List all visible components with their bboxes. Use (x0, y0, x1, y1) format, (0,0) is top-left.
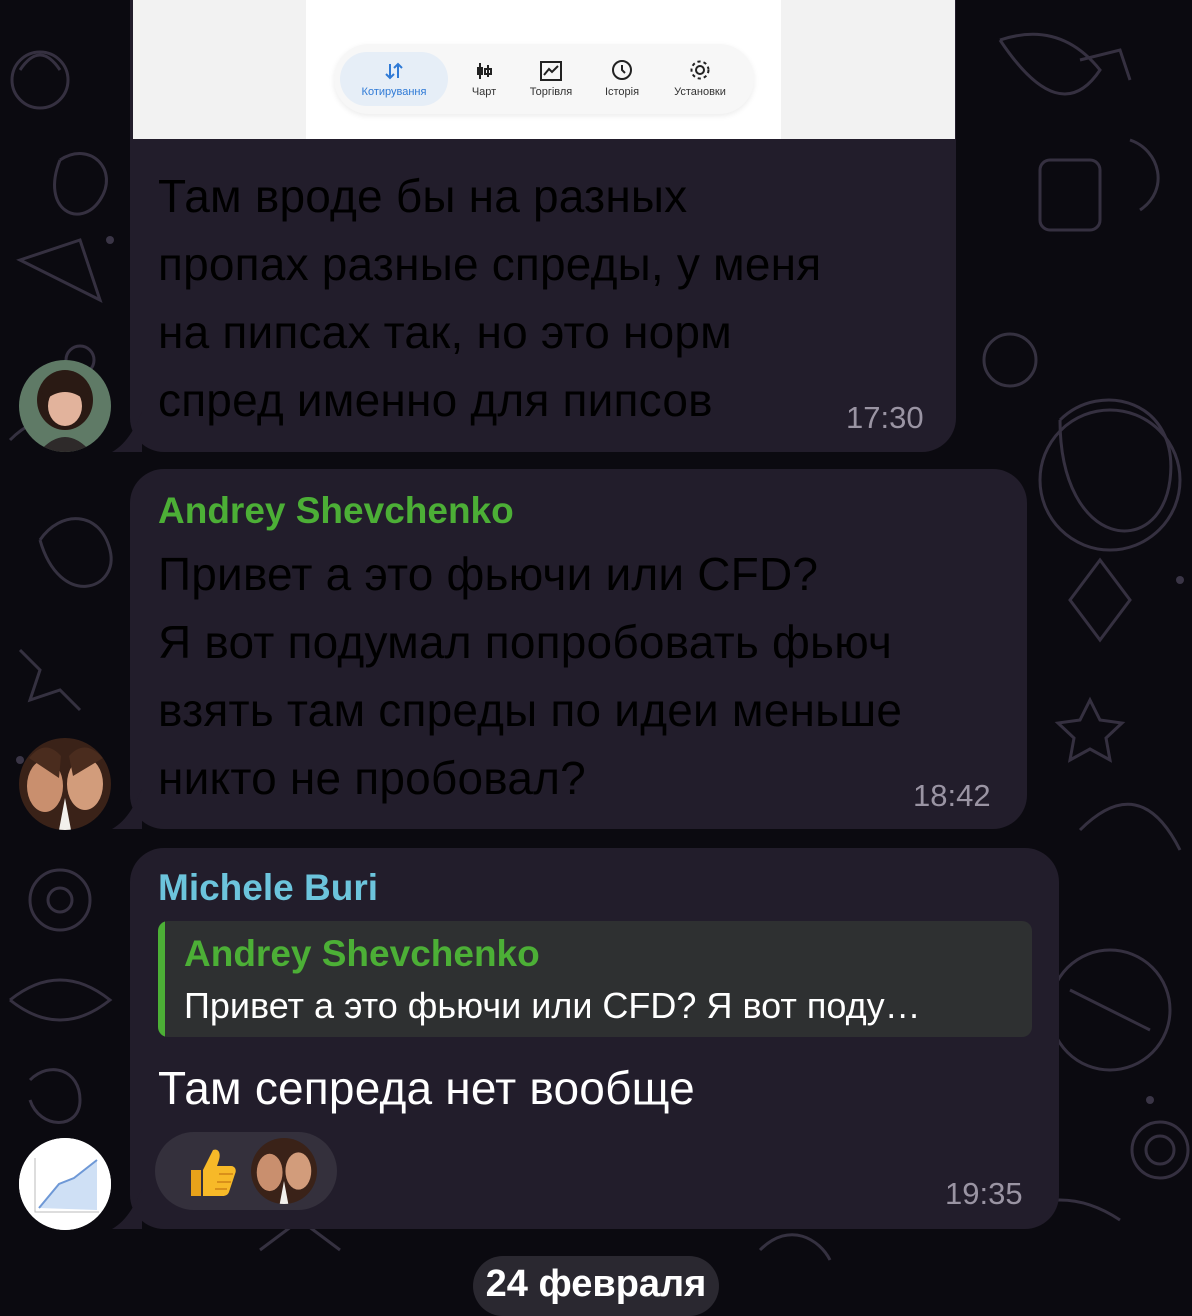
message-line: Я вот подумал попробовать фьюч (158, 616, 893, 668)
message-line: Там вроде бы на разных (158, 170, 688, 222)
trade-chart-icon (540, 61, 562, 81)
avatar[interactable] (19, 1138, 111, 1230)
message-bubble-3[interactable]: Michele Buri Andrey Shevchenko Привет а … (130, 848, 1059, 1229)
message-time: 18:42 (913, 778, 991, 813)
tab-label: Торгівля (529, 86, 573, 98)
sender-name[interactable]: Andrey Shevchenko (158, 490, 514, 532)
sender-name[interactable]: Michele Buri (158, 867, 378, 909)
user-photo (19, 360, 111, 452)
bubble-tail (112, 412, 142, 452)
screenshot-tabbar: Котирування Чарт Торгівля Історія Устано… (334, 44, 754, 114)
avatar[interactable] (19, 738, 111, 830)
reply-text: Привет а это фьючи или CFD? Я вот поду… (184, 985, 921, 1026)
user-photo (19, 1138, 111, 1230)
message-text: Там сепреда нет вообще (158, 1054, 695, 1122)
message-line: Там сепреда нет вообще (158, 1062, 695, 1114)
candlestick-icon (477, 63, 492, 79)
reaction-chip[interactable] (155, 1132, 337, 1210)
user-photo (251, 1138, 317, 1204)
message-line: Привет а это фьючи или CFD? (158, 548, 819, 600)
bubble-tail (112, 1189, 142, 1229)
tab-history: Історія (592, 52, 652, 106)
reactor-avatar (251, 1138, 317, 1204)
message-line: никто не пробовал? (158, 752, 586, 804)
tab-label: Установки (674, 86, 726, 98)
thumbs-up-icon (191, 1149, 236, 1196)
message-time: 17:30 (846, 400, 924, 435)
history-icon (612, 60, 632, 80)
reply-sender: Andrey Shevchenko (184, 933, 540, 974)
message-text: Там вроде бы на разных пропах разные спр… (158, 162, 938, 434)
screenshot-panel: Котирування Чарт Торгівля Історія Устано… (306, 0, 781, 139)
avatar[interactable] (19, 360, 111, 452)
tab-chart: Чарт (456, 52, 512, 106)
tab-settings: Установки (660, 52, 740, 106)
tab-trading: Торгівля (518, 52, 584, 106)
reply-accent-bar (158, 921, 165, 1037)
date-separator: 24 февраля (473, 1256, 719, 1316)
message-line: пропах разные спреды, у меня (158, 238, 822, 290)
message-line: на пипсах так, но это норм (158, 306, 733, 358)
message-text: Привет а это фьючи или CFD? Я вот подума… (158, 540, 1008, 812)
user-photo (19, 738, 111, 830)
bubble-tail (112, 789, 142, 829)
tab-label: Історія (604, 86, 640, 98)
attached-screenshot[interactable]: Котирування Чарт Торгівля Історія Устано… (133, 0, 955, 139)
message-line: спред именно для пипсов (158, 374, 713, 426)
gear-icon (690, 60, 710, 80)
tab-label: Котирування (361, 86, 427, 98)
tab-label: Чарт (471, 86, 497, 98)
message-time: 19:35 (945, 1176, 1023, 1211)
swap-arrows-icon (385, 62, 403, 80)
message-line: взять там спреды по идеи меньше (158, 684, 903, 736)
reply-preview[interactable]: Andrey Shevchenko Привет а это фьючи или… (158, 921, 1032, 1037)
tab-quotes: Котирування (340, 52, 448, 106)
